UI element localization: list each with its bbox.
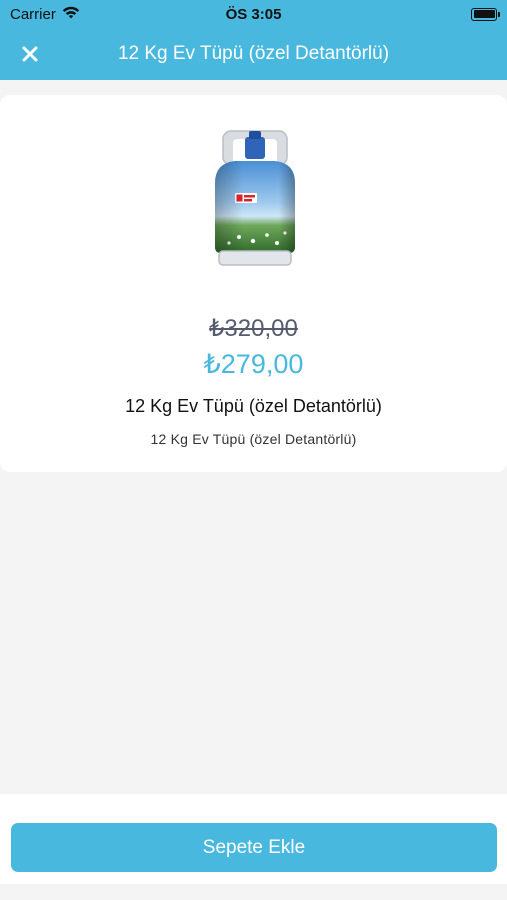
battery-level (473, 10, 495, 18)
battery-icon (471, 7, 500, 21)
current-price: ₺279,00 (203, 349, 304, 379)
close-icon (22, 46, 38, 62)
wifi-icon (62, 6, 80, 23)
old-price: ₺320,00 (209, 315, 298, 342)
product-card: ₺320,00 ₺279,00 12 Kg Ev Tüpü (özel Deta… (0, 95, 507, 472)
carrier-label: Carrier (10, 5, 56, 23)
status-left: Carrier (10, 6, 80, 23)
close-button[interactable] (14, 38, 46, 70)
navigation-bar: 12 Kg Ev Tüpü (özel Detantörlü) (0, 28, 507, 80)
add-to-cart-button[interactable]: Sepete Ekle (11, 823, 497, 872)
product-description: 12 Kg Ev Tüpü (özel Detantörlü) (150, 431, 357, 447)
status-bar: Carrier ÖS 3:05 (0, 0, 507, 28)
product-title: 12 Kg Ev Tüpü (özel Detantörlü) (125, 396, 382, 416)
page-title: 12 Kg Ev Tüpü (özel Detantörlü) (117, 43, 390, 64)
bottom-action-bar: Sepete Ekle (0, 794, 507, 884)
product-image (205, 125, 305, 273)
